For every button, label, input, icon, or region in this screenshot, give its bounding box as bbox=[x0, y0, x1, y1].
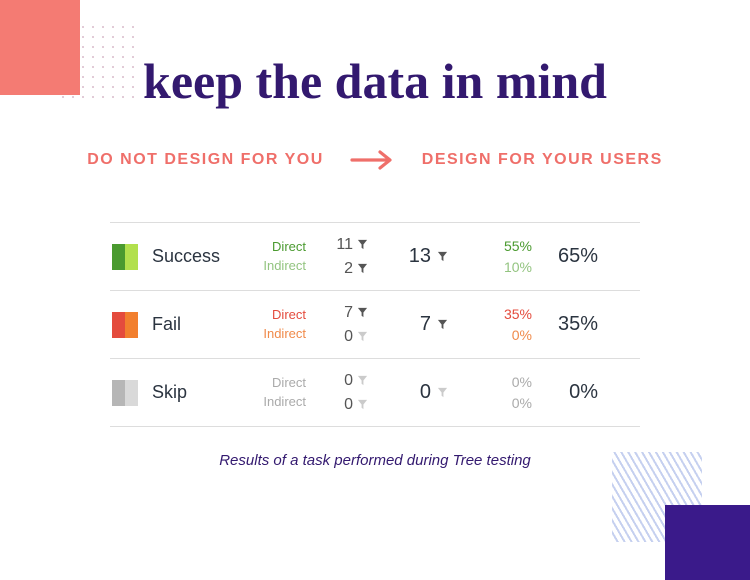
subhead-left: DO NOT DESIGN FOR YOU bbox=[87, 151, 324, 169]
total-count: 0 bbox=[368, 381, 448, 404]
filter-icon bbox=[437, 251, 448, 262]
direct-indirect-labels: DirectIndirect bbox=[232, 374, 306, 412]
filter-icon bbox=[357, 399, 368, 410]
subhead-row: DO NOT DESIGN FOR YOU DESIGN FOR YOUR US… bbox=[80, 150, 670, 170]
total-count: 13 bbox=[368, 245, 448, 268]
arrow-right-icon bbox=[350, 150, 396, 170]
subhead-right: DESIGN FOR YOUR USERS bbox=[422, 151, 663, 169]
table-row-success: SuccessDirectIndirect11213 55%10%65% bbox=[110, 223, 640, 291]
filter-icon bbox=[357, 263, 368, 274]
total-count: 7 bbox=[368, 313, 448, 336]
row-name: Skip bbox=[152, 382, 232, 403]
results-table: SuccessDirectIndirect1121355%10%65%FailD… bbox=[110, 222, 640, 427]
total-percent: 0% bbox=[532, 381, 598, 404]
direct-indirect-percent: 0%0% bbox=[466, 372, 532, 413]
status-swatch bbox=[112, 244, 138, 270]
bottom-right-square-decoration bbox=[665, 505, 750, 580]
row-name: Success bbox=[152, 246, 232, 267]
filter-icon bbox=[437, 319, 448, 330]
direct-indirect-labels: DirectIndirect bbox=[232, 306, 306, 344]
top-left-square-decoration bbox=[0, 0, 80, 95]
table-row-skip: SkipDirectIndirect0000%0%0% bbox=[110, 359, 640, 427]
direct-indirect-percent: 35%0% bbox=[466, 304, 532, 345]
direct-indirect-counts: 00 bbox=[314, 369, 368, 415]
filter-icon bbox=[357, 331, 368, 342]
direct-indirect-percent: 55%10% bbox=[466, 236, 532, 277]
total-percent: 65% bbox=[532, 245, 598, 268]
filter-icon bbox=[437, 387, 448, 398]
filter-icon bbox=[357, 375, 368, 386]
direct-indirect-counts: 70 bbox=[314, 301, 368, 347]
filter-icon bbox=[357, 307, 368, 318]
direct-indirect-counts: 112 bbox=[314, 233, 368, 279]
status-swatch bbox=[112, 380, 138, 406]
direct-indirect-labels: DirectIndirect bbox=[232, 238, 306, 276]
total-percent: 35% bbox=[532, 313, 598, 336]
filter-icon bbox=[357, 239, 368, 250]
table-row-fail: FailDirectIndirect707 35%0%35% bbox=[110, 291, 640, 359]
row-name: Fail bbox=[152, 314, 232, 335]
status-swatch bbox=[112, 312, 138, 338]
